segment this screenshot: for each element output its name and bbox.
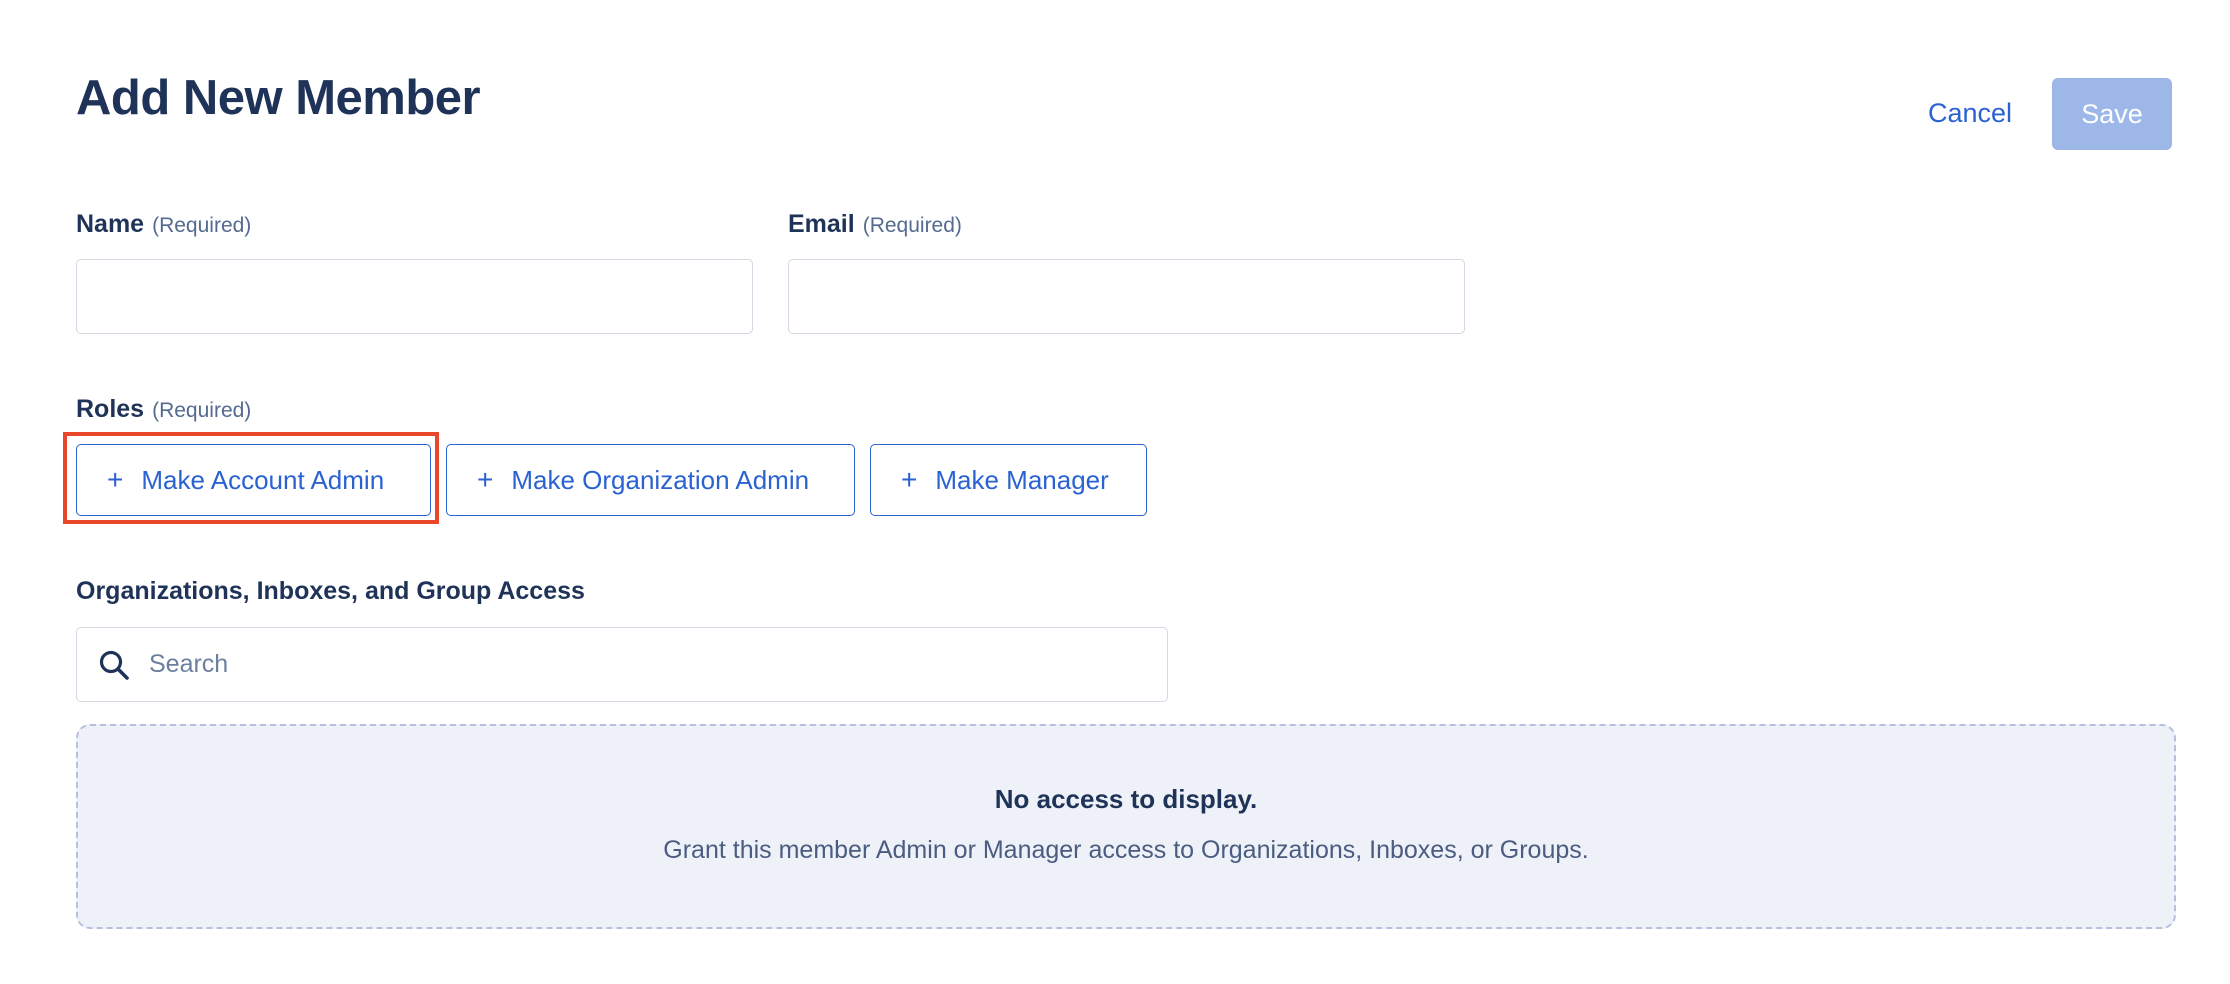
plus-icon: +	[477, 464, 494, 495]
make-organization-admin-button[interactable]: + Make Organization Admin	[446, 444, 855, 516]
make-manager-label: Make Manager	[935, 464, 1109, 495]
make-organization-admin-label: Make Organization Admin	[511, 464, 810, 495]
email-label: Email (Required)	[788, 210, 962, 239]
email-input[interactable]	[788, 259, 1465, 334]
empty-state-panel: No access to display. Grant this member …	[76, 724, 2176, 929]
email-label-text: Email	[788, 210, 855, 238]
add-member-page: Add New Member Cancel Save Name (Required…	[0, 0, 2230, 984]
cancel-button[interactable]: Cancel	[1900, 78, 2040, 148]
roles-required-text: (Required)	[152, 399, 252, 422]
empty-state-title: No access to display.	[994, 784, 1258, 814]
email-required-text: (Required)	[862, 214, 962, 237]
plus-icon: +	[107, 464, 124, 495]
make-manager-button[interactable]: + Make Manager	[870, 444, 1147, 516]
plus-icon: +	[901, 464, 918, 495]
name-required-text: (Required)	[152, 214, 252, 237]
name-label: Name (Required)	[76, 210, 251, 239]
search-icon	[97, 648, 131, 682]
roles-label-text: Roles	[76, 395, 145, 423]
make-account-admin-label: Make Account Admin	[141, 464, 385, 495]
name-input[interactable]	[76, 259, 753, 334]
access-search	[76, 627, 1168, 702]
empty-state-description: Grant this member Admin or Manager acces…	[663, 836, 1589, 864]
make-account-admin-button[interactable]: + Make Account Admin	[76, 444, 431, 516]
roles-label: Roles (Required)	[76, 395, 251, 424]
name-label-text: Name	[76, 210, 145, 238]
save-button[interactable]: Save	[2052, 78, 2172, 150]
access-label: Organizations, Inboxes, and Group Access	[76, 577, 585, 605]
access-search-input[interactable]	[147, 627, 1167, 702]
page-title: Add New Member	[76, 71, 481, 125]
